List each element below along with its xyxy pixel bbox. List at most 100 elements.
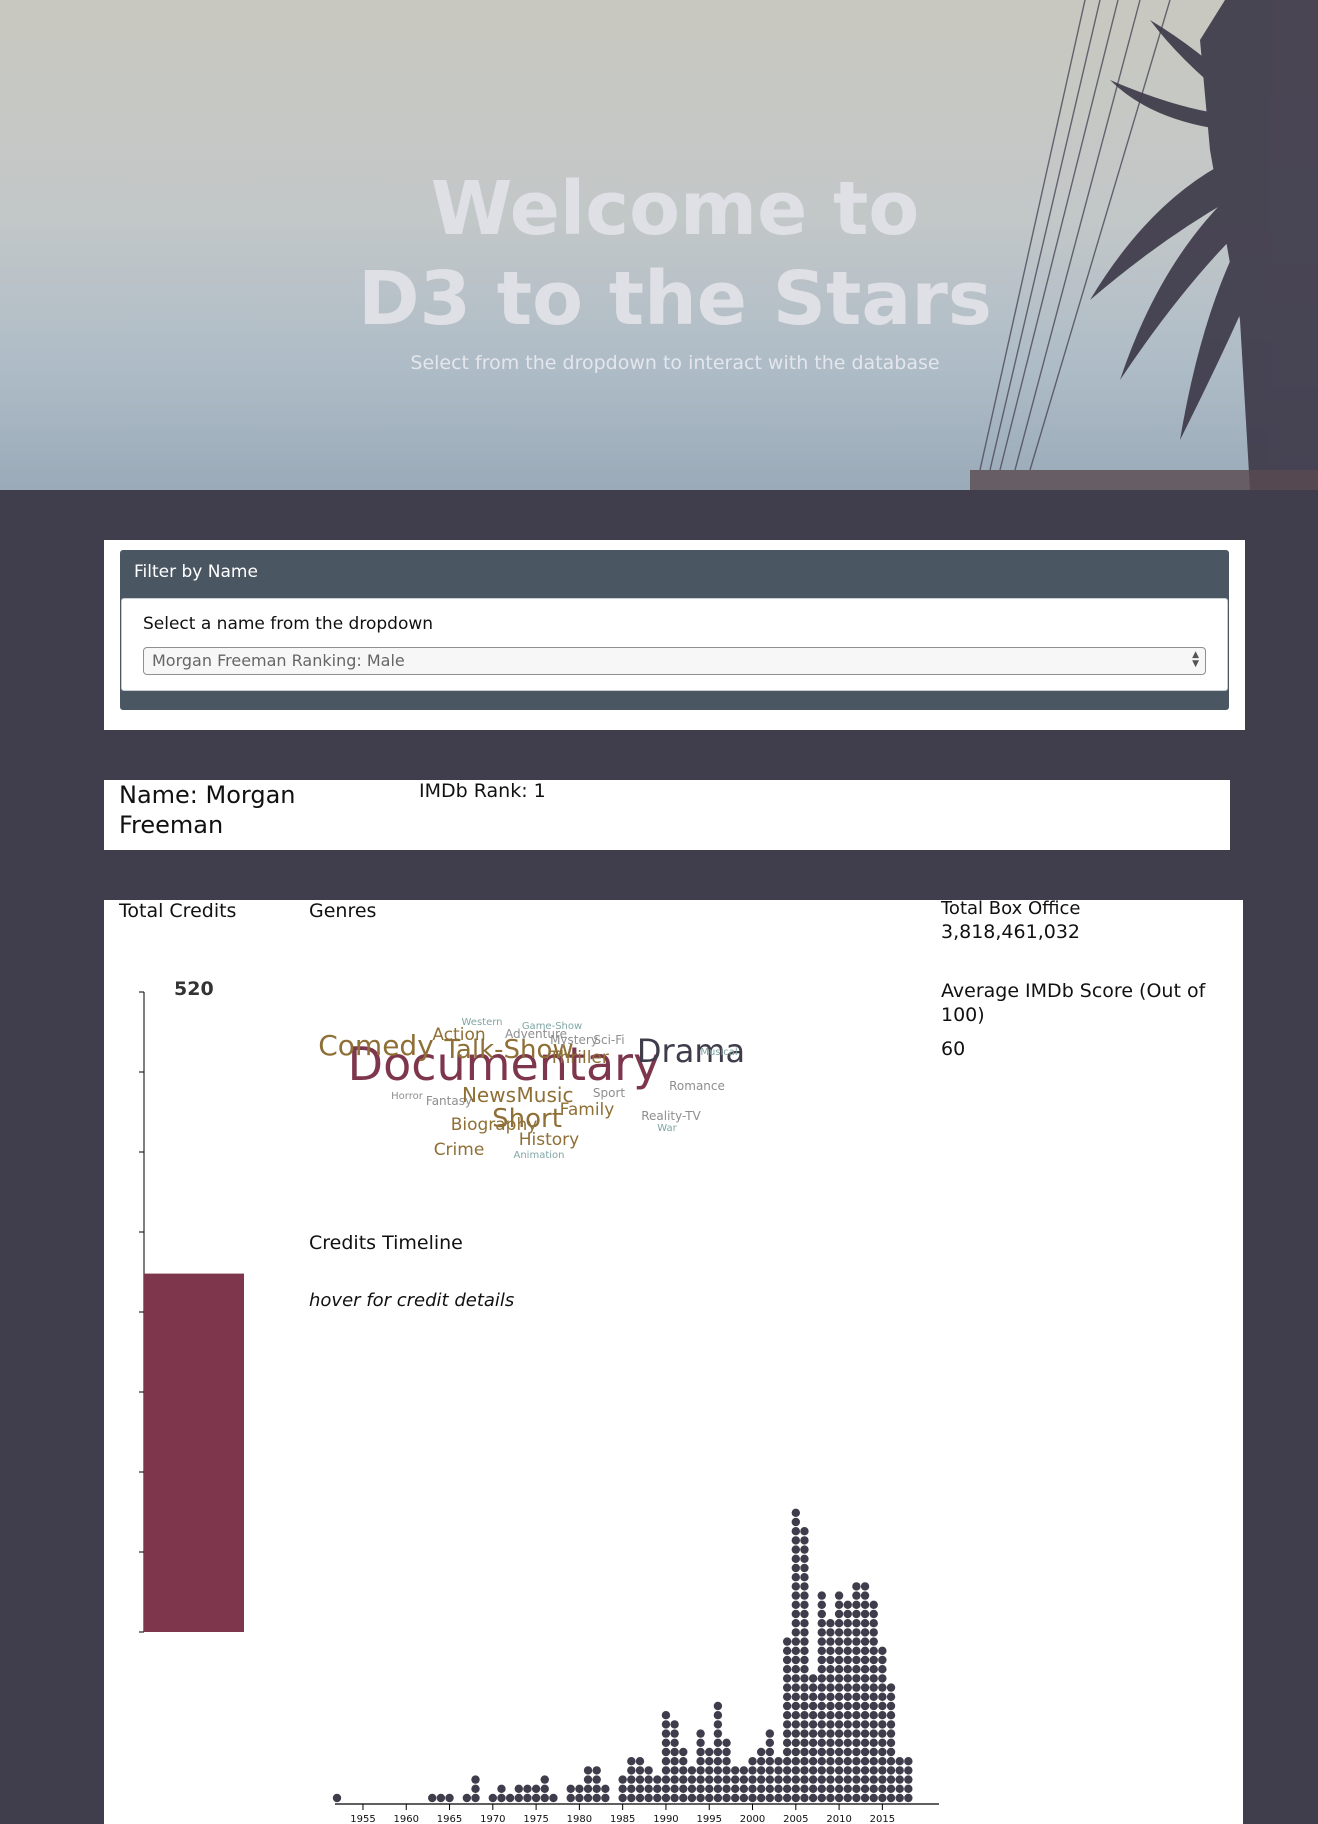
timeline-credit-dot[interactable]: [696, 1757, 705, 1766]
timeline-credit-dot[interactable]: [808, 1720, 818, 1729]
timeline-credit-dot[interactable]: [843, 1628, 852, 1637]
timeline-credit-dot[interactable]: [791, 1582, 801, 1591]
timeline-credit-dot[interactable]: [592, 1784, 601, 1793]
timeline-credit-dot[interactable]: [756, 1793, 766, 1803]
timeline-credit-dot[interactable]: [834, 1720, 844, 1729]
timeline-credit-dot[interactable]: [679, 1784, 688, 1793]
timeline-credit-dot[interactable]: [774, 1793, 783, 1803]
timeline-credit-dot[interactable]: [540, 1775, 549, 1784]
timeline-credit-dot[interactable]: [817, 1619, 826, 1628]
timeline-credit-dot[interactable]: [765, 1775, 775, 1784]
timeline-credit-dot[interactable]: [800, 1619, 809, 1628]
timeline-credit-dot[interactable]: [514, 1784, 523, 1793]
timeline-credit-dot[interactable]: [696, 1747, 705, 1757]
genre-word-comedy[interactable]: Comedy: [318, 1029, 434, 1062]
timeline-credit-dot[interactable]: [782, 1775, 792, 1784]
timeline-credit-dot[interactable]: [817, 1609, 826, 1619]
timeline-credit-dot[interactable]: [904, 1757, 913, 1766]
timeline-credit-dot[interactable]: [540, 1793, 549, 1803]
timeline-credit-dot[interactable]: [713, 1793, 723, 1803]
genre-word-romance[interactable]: Romance: [669, 1079, 725, 1093]
timeline-credit-dot[interactable]: [782, 1646, 792, 1655]
timeline-credit-dot[interactable]: [886, 1701, 896, 1711]
timeline-credit-dot[interactable]: [661, 1766, 671, 1775]
timeline-credit-dot[interactable]: [583, 1784, 593, 1793]
timeline-credit-dot[interactable]: [635, 1793, 645, 1803]
timeline-credit-dot[interactable]: [782, 1784, 792, 1793]
timeline-credit-dot[interactable]: [705, 1747, 714, 1757]
timeline-credit-dot[interactable]: [791, 1545, 801, 1554]
timeline-credit-dot[interactable]: [860, 1591, 870, 1600]
timeline-credit-dot[interactable]: [523, 1793, 532, 1803]
timeline-credit-dot[interactable]: [817, 1757, 826, 1766]
timeline-credit-dot[interactable]: [852, 1775, 861, 1784]
timeline-credit-dot[interactable]: [834, 1793, 844, 1803]
timeline-credit-dot[interactable]: [800, 1683, 809, 1692]
genre-word-fantasy[interactable]: Fantasy: [426, 1094, 472, 1108]
timeline-credit-dot[interactable]: [843, 1619, 852, 1628]
timeline-credit-dot[interactable]: [800, 1536, 809, 1545]
timeline-credit-dot[interactable]: [800, 1738, 809, 1747]
timeline-credit-dot[interactable]: [661, 1747, 671, 1757]
timeline-credit-dot[interactable]: [826, 1628, 835, 1637]
timeline-credit-dot[interactable]: [791, 1701, 801, 1711]
timeline-credit-dot[interactable]: [860, 1619, 870, 1628]
timeline-credit-dot[interactable]: [834, 1609, 844, 1619]
timeline-credit-dot[interactable]: [540, 1784, 549, 1793]
timeline-credit-dot[interactable]: [800, 1701, 809, 1711]
timeline-credit-dot[interactable]: [878, 1766, 887, 1775]
timeline-credit-dot[interactable]: [731, 1793, 740, 1803]
timeline-credit-dot[interactable]: [826, 1793, 835, 1803]
timeline-credit-dot[interactable]: [817, 1784, 826, 1793]
timeline-credit-dot[interactable]: [800, 1646, 809, 1655]
timeline-credit-dot[interactable]: [601, 1784, 610, 1793]
timeline-credit-dot[interactable]: [843, 1747, 852, 1757]
timeline-credit-dot[interactable]: [843, 1793, 852, 1803]
timeline-credit-dot[interactable]: [679, 1757, 688, 1766]
genre-word-animation[interactable]: Animation: [514, 1150, 565, 1161]
timeline-credit-dot[interactable]: [765, 1793, 775, 1803]
timeline-credit-dot[interactable]: [817, 1747, 826, 1757]
timeline-credit-dot[interactable]: [471, 1775, 480, 1784]
timeline-credit-dot[interactable]: [878, 1747, 887, 1757]
timeline-credit-dot[interactable]: [505, 1793, 515, 1803]
timeline-credit-dot[interactable]: [808, 1793, 818, 1803]
timeline-credit-dot[interactable]: [765, 1757, 775, 1766]
timeline-credit-dot[interactable]: [808, 1701, 818, 1711]
timeline-credit-dot[interactable]: [800, 1674, 809, 1683]
timeline-credit-dot[interactable]: [722, 1738, 731, 1747]
timeline-credit-dot[interactable]: [713, 1747, 723, 1757]
timeline-credit-dot[interactable]: [731, 1766, 740, 1775]
timeline-credit-dot[interactable]: [826, 1766, 835, 1775]
timeline-credit-dot[interactable]: [713, 1738, 723, 1747]
timeline-credit-dot[interactable]: [860, 1609, 870, 1619]
timeline-credit-dot[interactable]: [722, 1766, 731, 1775]
timeline-credit-dot[interactable]: [826, 1757, 835, 1766]
timeline-credit-dot[interactable]: [886, 1729, 896, 1738]
timeline-credit-dot[interactable]: [826, 1747, 835, 1757]
timeline-credit-dot[interactable]: [843, 1609, 852, 1619]
timeline-credit-dot[interactable]: [696, 1784, 705, 1793]
timeline-credit-dot[interactable]: [756, 1784, 766, 1793]
timeline-credit-dot[interactable]: [878, 1757, 887, 1766]
timeline-credit-dot[interactable]: [713, 1775, 723, 1784]
timeline-credit-dot[interactable]: [895, 1775, 904, 1784]
timeline-credit-dot[interactable]: [765, 1747, 775, 1757]
timeline-credit-dot[interactable]: [860, 1637, 870, 1646]
timeline-credit-dot[interactable]: [869, 1738, 878, 1747]
timeline-credit-dot[interactable]: [791, 1784, 801, 1793]
genre-word-reality-tv[interactable]: Reality-TV: [641, 1109, 701, 1123]
timeline-credit-dot[interactable]: [670, 1729, 679, 1738]
timeline-credit-dot[interactable]: [800, 1720, 809, 1729]
timeline-credit-dot[interactable]: [765, 1738, 775, 1747]
timeline-credit-dot[interactable]: [869, 1711, 878, 1720]
timeline-credit-dot[interactable]: [748, 1766, 757, 1775]
timeline-credit-dot[interactable]: [886, 1766, 896, 1775]
timeline-credit-dot[interactable]: [653, 1775, 662, 1784]
timeline-credit-dot[interactable]: [878, 1665, 887, 1674]
timeline-credit-dot[interactable]: [756, 1775, 766, 1784]
timeline-credit-dot[interactable]: [748, 1784, 757, 1793]
timeline-credit-dot[interactable]: [852, 1683, 861, 1692]
genre-word-musical[interactable]: Musical: [700, 1047, 737, 1058]
timeline-credit-dot[interactable]: [800, 1775, 809, 1784]
